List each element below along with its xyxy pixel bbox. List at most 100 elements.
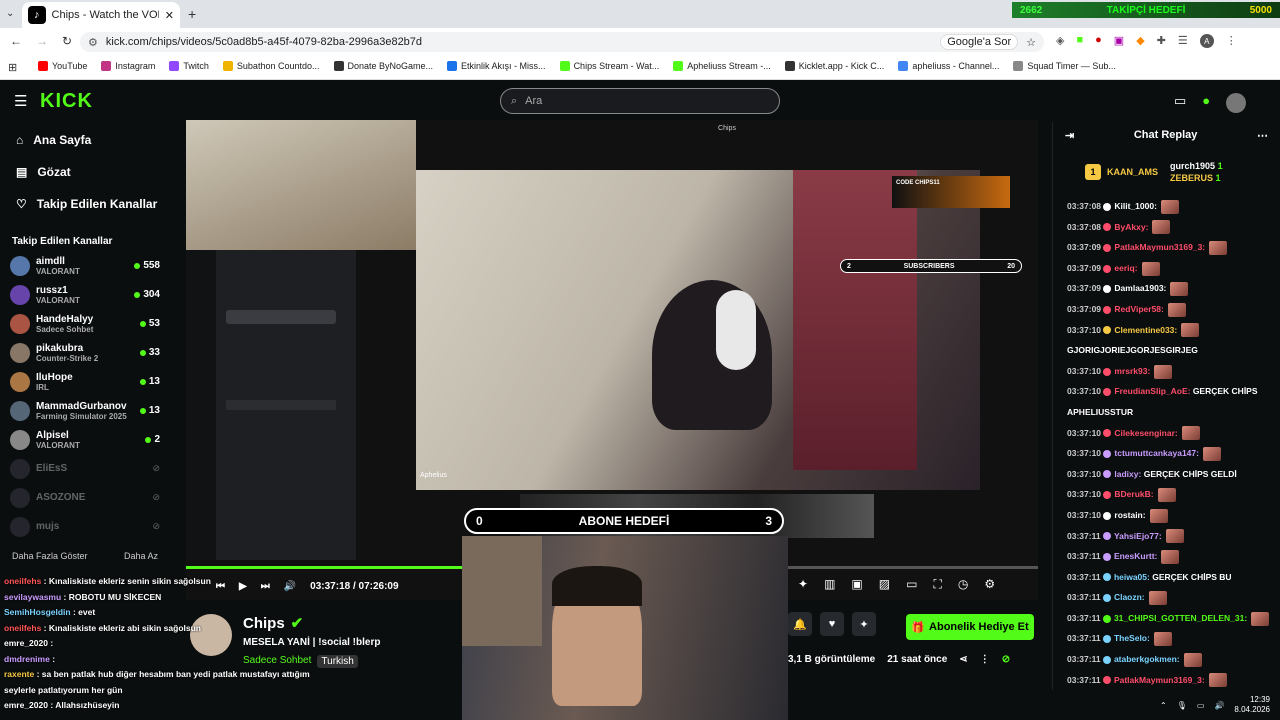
- bookmark-item[interactable]: apheliuss - Channel...: [898, 61, 999, 71]
- star-icon[interactable]: ☆: [1026, 36, 1036, 49]
- bookmark-item[interactable]: YouTube: [38, 61, 87, 71]
- chat-username[interactable]: eeriq:: [1114, 263, 1137, 273]
- extension-icon[interactable]: ◆: [1136, 34, 1144, 48]
- chat-username[interactable]: heiwa05:: [1114, 572, 1150, 582]
- sparkle-icon[interactable]: ✦: [798, 577, 808, 592]
- puzzle-icon[interactable]: ✚: [1157, 34, 1166, 48]
- chat-username[interactable]: YahsiEjo77:: [1114, 531, 1162, 541]
- menu-icon[interactable]: ⋮: [1226, 34, 1237, 48]
- tab-search-icon[interactable]: ⌄: [6, 8, 14, 19]
- follow-button[interactable]: ♥: [820, 612, 844, 636]
- extension-icon[interactable]: ▣: [1114, 34, 1124, 48]
- fullscreen-icon[interactable]: ⛶: [933, 577, 941, 592]
- search-input[interactable]: ⌕ Ara: [500, 88, 780, 114]
- sidebar-channel[interactable]: HandeHalyy Sadece Sohbet 53: [0, 309, 170, 338]
- chat-username[interactable]: PatlakMaymun3169_3:: [1114, 675, 1205, 685]
- chat-username[interactable]: Claozn:: [1114, 592, 1145, 602]
- share-icon[interactable]: ⋖: [959, 654, 967, 665]
- chat-username[interactable]: rostain:: [1114, 510, 1145, 520]
- clip-icon[interactable]: ▨: [879, 577, 890, 592]
- collapse-chat-icon[interactable]: ⇥: [1065, 129, 1074, 142]
- site-info-icon[interactable]: ⚙: [88, 36, 98, 49]
- chat-username[interactable]: EnesKurtt:: [1114, 551, 1157, 561]
- nav-browse[interactable]: ▤ Gözat: [0, 156, 170, 188]
- theater-mode-icon[interactable]: ▭: [906, 577, 917, 592]
- chat-username[interactable]: 31_CHIPSI_GOTTEN_DELEN_31:: [1114, 613, 1247, 623]
- hide-icon[interactable]: ⊘: [1002, 654, 1010, 665]
- chat-username[interactable]: Kilit_1000:: [1114, 201, 1157, 211]
- chat-username[interactable]: tctumuttcankaya147:: [1114, 448, 1199, 458]
- hamburger-icon[interactable]: ☰: [14, 92, 27, 110]
- kick-k-icon[interactable]: ●: [1202, 93, 1210, 113]
- bell-button[interactable]: 🔔: [788, 612, 812, 636]
- reload-icon[interactable]: ↻: [62, 34, 72, 48]
- network-icon[interactable]: ▭: [1197, 701, 1205, 710]
- theater-icon[interactable]: ▭: [1174, 93, 1186, 113]
- chat-username[interactable]: PatlakMaymun3169_3:: [1114, 242, 1205, 252]
- bookmark-item[interactable]: Chips Stream - Wat...: [559, 61, 659, 71]
- extension-icon[interactable]: ■: [1076, 34, 1083, 48]
- stats-icon[interactable]: ▥: [824, 577, 835, 592]
- extension-icon[interactable]: ●: [1095, 34, 1102, 48]
- sidebar-channel-offline[interactable]: ASOZONE ⊘: [0, 483, 170, 512]
- gift-button[interactable]: ✦: [852, 612, 876, 636]
- sidebar-channel[interactable]: MammadGurbanov Farming Simulator 2025 13: [0, 396, 170, 425]
- kick-logo[interactable]: KICK: [40, 90, 93, 113]
- chat-username[interactable]: FreudianSlip_AoE:: [1114, 386, 1190, 396]
- chat-username[interactable]: Damlaa1903:: [1114, 283, 1166, 293]
- media-icon[interactable]: ☰: [1178, 34, 1188, 48]
- chat-username[interactable]: RedViper58:: [1114, 304, 1163, 314]
- show-less-button[interactable]: Daha Az: [124, 551, 158, 561]
- tray-arrow-icon[interactable]: ⌃: [1160, 701, 1167, 710]
- google-ask-button[interactable]: Google'a Sor: [940, 34, 1019, 50]
- bookmark-item[interactable]: Twitch: [169, 61, 209, 71]
- channel-text: russz1 VALORANT: [36, 285, 80, 305]
- bookmark-item[interactable]: Apheliuss Stream -...: [673, 61, 771, 71]
- bookmark-item[interactable]: Donate ByNoGame...: [333, 61, 433, 71]
- forward-icon[interactable]: →: [36, 34, 48, 48]
- sidebar-channel[interactable]: Alpisel VALORANT 2: [0, 425, 170, 454]
- back-icon[interactable]: ←: [10, 34, 22, 48]
- tab-close-icon[interactable]: ✕: [165, 9, 174, 22]
- chat-username[interactable]: ataberkgokmen:: [1114, 654, 1180, 664]
- apps-icon[interactable]: ⊞: [8, 61, 17, 74]
- chat-message: 03:37:10 rostain:: [1053, 505, 1280, 526]
- sidebar-channel[interactable]: russz1 VALORANT 304: [0, 280, 170, 309]
- extension-icon[interactable]: ◈: [1056, 34, 1064, 48]
- new-tab-icon[interactable]: +: [188, 6, 196, 22]
- channel-category: IRL: [36, 382, 49, 392]
- volume-tray-icon[interactable]: 🔊: [1214, 701, 1224, 710]
- nav-following[interactable]: ♡ Takip Edilen Kanallar: [0, 188, 170, 220]
- bookmark-item[interactable]: Kicklet.app - Kick C...: [784, 61, 884, 71]
- chat-username[interactable]: ByAkxy:: [1114, 222, 1148, 232]
- chat-username[interactable]: Cilekesenginar:: [1114, 428, 1177, 438]
- browser-tab[interactable]: ♪ Chips - Watch the VOD on Kick ✕: [22, 2, 180, 28]
- address-bar[interactable]: ⚙ kick.com/chips/videos/5c0ad8b5-a45f-40…: [80, 32, 1044, 52]
- chat-menu-icon[interactable]: ⋯: [1257, 129, 1268, 142]
- profile-avatar[interactable]: A: [1199, 34, 1214, 48]
- chat-username[interactable]: BDerukB:: [1114, 489, 1153, 499]
- mic-icon[interactable]: 🎙: [1177, 701, 1187, 710]
- sidebar-channel-offline[interactable]: EliEsS ⊘: [0, 454, 170, 483]
- sidebar-channel[interactable]: pikakubra Counter-Strike 2 33: [0, 338, 170, 367]
- sidebar-channel-offline[interactable]: mujs ⊘: [0, 512, 170, 541]
- show-more-button[interactable]: Daha Fazla Göster: [12, 551, 88, 561]
- user-avatar[interactable]: [1226, 93, 1247, 113]
- nav-home[interactable]: ⌂ Ana Sayfa: [0, 124, 170, 156]
- sidebar-channel[interactable]: IluHope IRL 13: [0, 367, 170, 396]
- speed-icon[interactable]: ◷: [958, 577, 968, 592]
- bookmark-item[interactable]: Squad Timer — Sub...: [1013, 61, 1116, 71]
- settings-icon[interactable]: ⚙: [984, 577, 995, 592]
- pip-icon[interactable]: ▣: [851, 577, 862, 592]
- bookmark-item[interactable]: Instagram: [101, 61, 155, 71]
- chat-username[interactable]: TheSelo:: [1114, 633, 1150, 643]
- chat-username[interactable]: ladixy:: [1114, 469, 1141, 479]
- chat-username[interactable]: mrsrk93:: [1114, 366, 1150, 376]
- chat-text: GERÇEK CHİPS BU: [1149, 571, 1232, 582]
- bookmark-item[interactable]: Etkinlik Akışı - Miss...: [447, 61, 546, 71]
- chat-username[interactable]: Clementine033:: [1114, 325, 1177, 335]
- sidebar-channel[interactable]: aimdll VALORANT 558: [0, 251, 170, 280]
- bookmark-item[interactable]: Subathon Countdo...: [222, 61, 320, 71]
- gift-sub-button[interactable]: 🎁 Abonelik Hediye Et: [906, 614, 1034, 640]
- more-icon[interactable]: ⋮: [980, 654, 990, 665]
